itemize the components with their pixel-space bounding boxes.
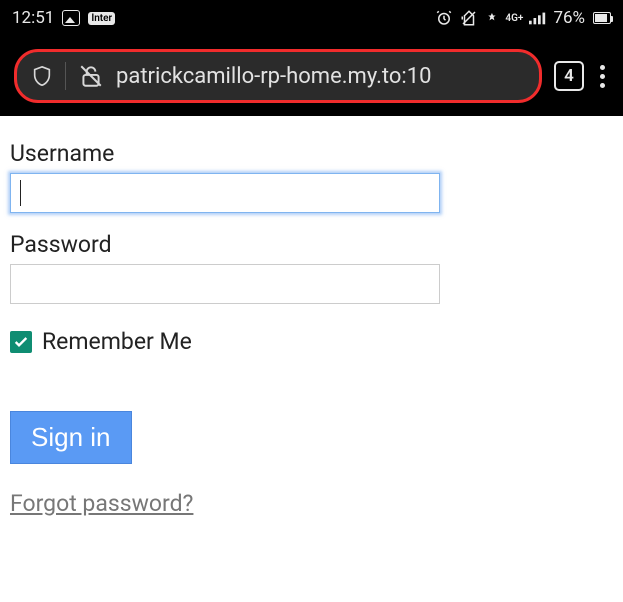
url-text: patrickcamillo-rp-home.my.to:10 xyxy=(116,64,431,89)
signin-button[interactable]: Sign in xyxy=(10,411,132,464)
remember-me-row[interactable]: Remember Me xyxy=(10,328,613,355)
status-right-group: 4G+ 76% xyxy=(435,8,611,28)
check-icon xyxy=(13,334,29,350)
battery-icon xyxy=(593,12,611,24)
shield-icon xyxy=(31,63,53,89)
text-cursor xyxy=(20,180,21,206)
alarm-icon xyxy=(435,9,453,27)
remember-me-checkbox[interactable] xyxy=(10,331,32,353)
page-content: Username Password Remember Me Sign in Fo… xyxy=(0,116,623,602)
password-label: Password xyxy=(10,231,613,258)
browser-toolbar: patrickcamillo-rp-home.my.to:10 4 xyxy=(0,36,623,116)
picture-icon xyxy=(62,10,80,26)
signal-icon xyxy=(529,11,547,25)
vibrate-icon xyxy=(459,9,479,27)
address-divider xyxy=(65,62,66,90)
overflow-menu-button[interactable] xyxy=(596,61,609,92)
username-label: Username xyxy=(10,140,613,167)
network-type: 4G+ xyxy=(505,13,523,24)
status-time: 12:51 xyxy=(12,8,54,28)
android-status-bar: 12:51 Inter 4G+ 76% xyxy=(0,0,623,36)
forgot-password-link[interactable]: Forgot password? xyxy=(10,490,193,517)
tab-count: 4 xyxy=(564,66,574,86)
password-input[interactable] xyxy=(10,264,440,304)
tab-switcher[interactable]: 4 xyxy=(554,61,584,91)
battery-percent: 76% xyxy=(553,8,585,28)
status-left-group: 12:51 Inter xyxy=(12,8,115,28)
username-input[interactable] xyxy=(10,173,440,213)
address-bar[interactable]: patrickcamillo-rp-home.my.to:10 xyxy=(14,49,542,103)
remember-me-label: Remember Me xyxy=(42,328,192,355)
inter-badge: Inter xyxy=(88,12,115,25)
battery-saver-icon xyxy=(485,10,499,26)
insecure-connection-icon xyxy=(78,63,104,89)
